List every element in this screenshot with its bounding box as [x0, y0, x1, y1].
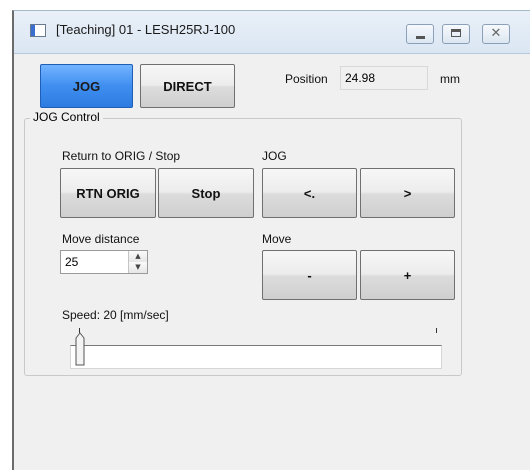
move-distance-label: Move distance [62, 232, 140, 246]
position-unit: mm [440, 72, 460, 86]
move-minus-button[interactable]: - [262, 250, 357, 300]
stop-button[interactable]: Stop [158, 168, 254, 218]
close-icon: ✕ [490, 26, 502, 41]
move-plus-button[interactable]: + [360, 250, 455, 300]
rtn-orig-button[interactable]: RTN ORIG [60, 168, 156, 218]
jog-mode-button[interactable]: JOG [40, 64, 133, 108]
position-readout: 24.98 [340, 66, 428, 90]
move-distance-stepper[interactable]: 25 ▲ ▼ [60, 250, 148, 274]
close-button[interactable]: ✕ [482, 24, 510, 44]
maximize-button[interactable] [442, 24, 470, 44]
slider-max-tick [436, 328, 437, 333]
speed-label: Speed: 20 [mm/sec] [62, 308, 169, 322]
app-icon [30, 24, 46, 37]
move-distance-value: 25 [65, 255, 79, 269]
window-title: [Teaching] 01 - LESH25RJ-100 [56, 22, 236, 37]
jog-plus-button[interactable]: > [360, 168, 455, 218]
jog-control-title: JOG Control [30, 110, 103, 124]
minimize-button[interactable] [406, 24, 434, 44]
direct-mode-button[interactable]: DIRECT [140, 64, 235, 108]
jog-minus-button[interactable]: <. [262, 168, 357, 218]
return-orig-label: Return to ORIG / Stop [62, 149, 181, 163]
move-label: Move [262, 232, 292, 246]
position-label: Position [285, 72, 328, 86]
position-value: 24.98 [345, 71, 376, 85]
speed-slider-thumb[interactable] [75, 332, 85, 366]
jog-label: JOG [262, 149, 287, 163]
spin-down-icon[interactable]: ▼ [129, 262, 147, 273]
stepper-arrows: ▲ ▼ [128, 251, 147, 273]
title-bar[interactable]: [Teaching] 01 - LESH25RJ-100 ✕ [14, 11, 530, 54]
speed-slider-track[interactable] [70, 345, 442, 369]
